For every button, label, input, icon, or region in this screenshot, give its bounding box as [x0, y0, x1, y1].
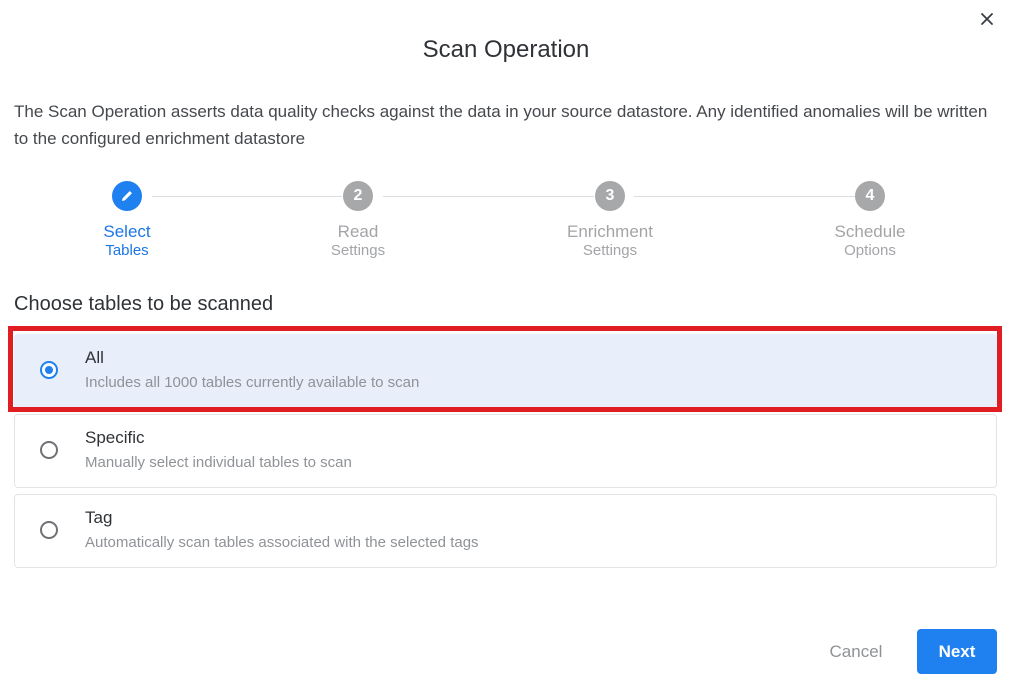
option-specific-title: Specific	[85, 428, 145, 447]
option-all[interactable]: All Includes all 1000 tables currently a…	[14, 334, 997, 408]
step-4-title: Schedule	[834, 222, 906, 241]
option-specific-subtitle: Manually select individual tables to sca…	[85, 454, 352, 471]
step-1-title: Select	[103, 222, 151, 241]
cancel-button[interactable]: Cancel	[815, 630, 897, 674]
dialog-title: Scan Operation	[422, 36, 590, 63]
close-icon	[981, 13, 993, 25]
option-specific[interactable]: Specific Manually select individual tabl…	[14, 414, 997, 488]
step-2-marker: 2	[343, 181, 373, 211]
step-2-subtitle: Settings	[330, 242, 386, 259]
step-3-subtitle: Settings	[582, 242, 638, 259]
next-button[interactable]: Next	[917, 629, 997, 674]
step-2-label: Read Settings	[278, 222, 438, 260]
option-tag[interactable]: Tag Automatically scan tables associated…	[14, 494, 997, 568]
step-connector	[152, 196, 342, 197]
section-title: Choose tables to be scanned	[14, 293, 274, 315]
radio-all[interactable]	[40, 361, 58, 379]
step-3-label: Enrichment Settings	[530, 222, 690, 260]
dialog-description: The Scan Operation asserts data quality …	[14, 102, 988, 148]
step-4-marker: 4	[855, 181, 885, 211]
step-connector	[634, 196, 855, 197]
step-1-label: Select Tables	[47, 222, 207, 260]
radio-tag[interactable]	[40, 521, 58, 539]
step-1-marker	[112, 181, 142, 211]
step-3-marker: 3	[595, 181, 625, 211]
close-button[interactable]	[976, 8, 998, 30]
step-1-subtitle: Tables	[105, 242, 149, 259]
step-4-label: Schedule Options	[790, 222, 950, 260]
radio-specific[interactable]	[40, 441, 58, 459]
option-tag-title: Tag	[85, 508, 113, 527]
option-all-subtitle: Includes all 1000 tables currently avail…	[85, 374, 420, 391]
option-tag-subtitle: Automatically scan tables associated wit…	[85, 534, 479, 551]
step-3-title: Enrichment	[567, 222, 653, 241]
pencil-icon	[122, 191, 132, 201]
step-connector	[383, 196, 594, 197]
step-4-subtitle: Options	[844, 242, 896, 259]
option-all-title: All	[85, 348, 104, 367]
step-2-title: Read	[337, 222, 379, 241]
